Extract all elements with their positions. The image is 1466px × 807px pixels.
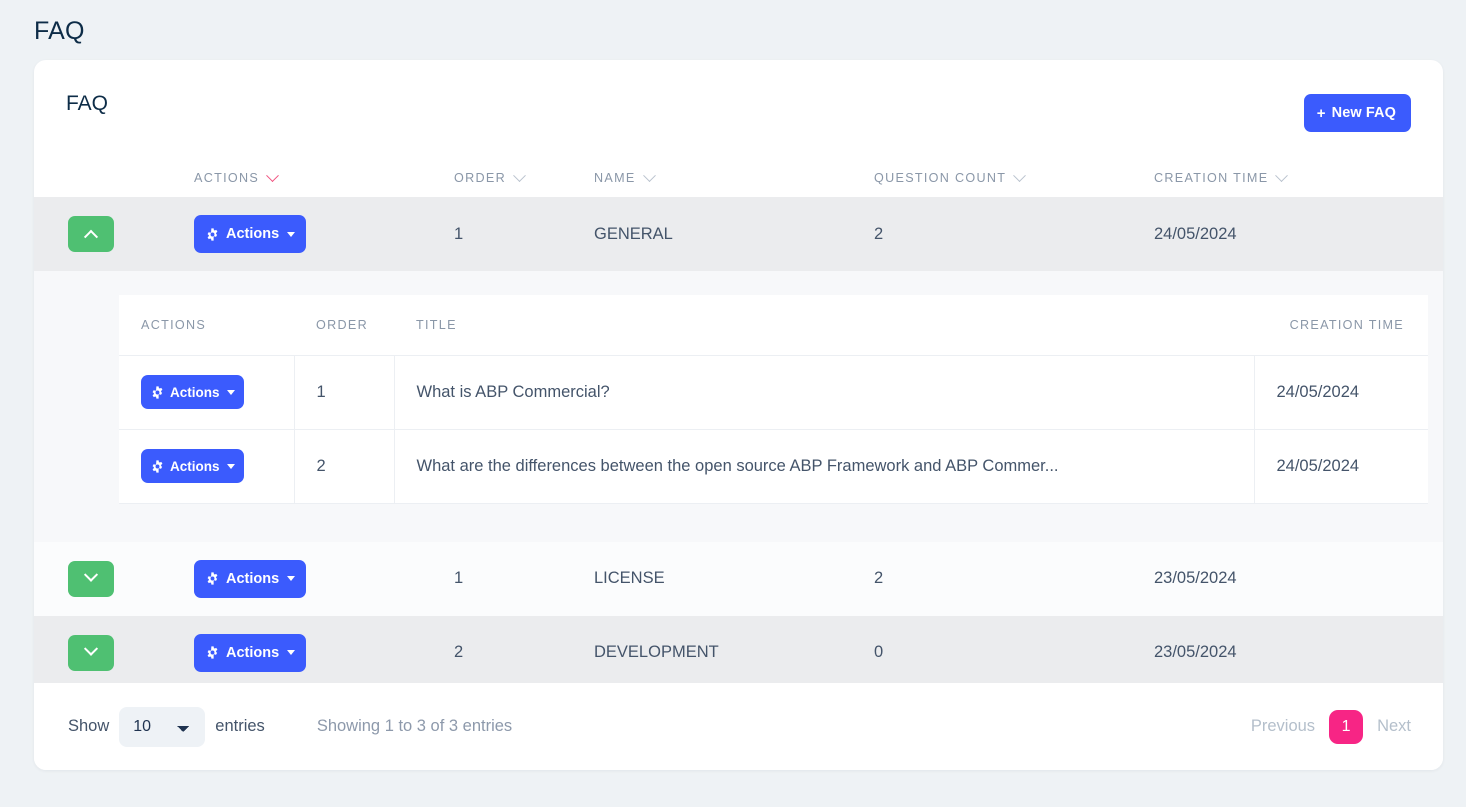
column-header-name-label: NAME <box>594 171 636 185</box>
column-header-actions-label: ACTIONS <box>194 171 259 185</box>
caret-down-icon <box>287 576 295 581</box>
pagination-page-1[interactable]: 1 <box>1329 710 1363 744</box>
expand-row-button[interactable] <box>68 635 114 671</box>
column-header-name[interactable]: NAME <box>594 171 874 185</box>
column-header-actions[interactable]: ACTIONS <box>194 171 454 185</box>
table-footer: Show 10 entries Showing 1 to 3 of 3 entr… <box>34 683 1443 770</box>
row-creation-time: 24/05/2024 <box>1154 225 1414 244</box>
inner-row-actions-label: Actions <box>170 459 220 474</box>
column-header-question-count-label: QUESTION COUNT <box>874 171 1006 185</box>
inner-table-row[interactable]: Actions 1 What is ABP Commercial? 24/05/… <box>119 355 1428 429</box>
row-creation-time: 23/05/2024 <box>1154 643 1414 662</box>
inner-row-title: What are the differences between the ope… <box>394 429 1254 503</box>
chevron-down-icon <box>643 169 656 182</box>
caret-down-icon <box>227 464 235 469</box>
card-title: FAQ <box>66 92 108 116</box>
inner-column-header-actions: ACTIONS <box>119 295 294 355</box>
showing-info: Showing 1 to 3 of 3 entries <box>317 717 512 736</box>
faq-table: ACTIONS ORDER NAME QUESTION COUNT CREATI… <box>34 152 1443 690</box>
faq-card: FAQ + New FAQ ACTIONS ORDER NAME QUESTIO… <box>34 60 1443 770</box>
inner-row-actions-button[interactable]: Actions <box>141 449 244 483</box>
inner-column-header-order: ORDER <box>294 295 394 355</box>
show-label: Show <box>68 717 109 736</box>
caret-down-icon <box>227 390 235 395</box>
column-header-order-label: ORDER <box>454 171 506 185</box>
gear-icon <box>151 386 164 399</box>
row-question-count: 0 <box>874 643 1154 662</box>
caret-down-icon <box>287 232 295 237</box>
row-actions-label: Actions <box>226 226 279 242</box>
inner-row-actions-label: Actions <box>170 385 220 400</box>
inner-table-header-row: ACTIONS ORDER TITLE CREATION TIME <box>119 295 1428 355</box>
expand-row-button[interactable] <box>68 561 114 597</box>
row-actions-button[interactable]: Actions <box>194 560 306 598</box>
new-faq-button[interactable]: + New FAQ <box>1304 94 1411 132</box>
gear-icon <box>206 572 219 585</box>
row-order: 2 <box>454 643 594 662</box>
inner-row-actions-cell: Actions <box>119 355 294 429</box>
expanded-detail-panel: ACTIONS ORDER TITLE CREATION TIME <box>34 271 1443 542</box>
row-order: 1 <box>454 569 594 588</box>
column-header-creation-time-label: CREATION TIME <box>1154 171 1268 185</box>
chevron-down-icon <box>84 567 98 581</box>
inner-column-header-creation-time: CREATION TIME <box>1254 295 1428 355</box>
inner-row-title: What is ABP Commercial? <box>394 355 1254 429</box>
row-question-count: 2 <box>874 569 1154 588</box>
column-header-creation-time[interactable]: CREATION TIME <box>1154 171 1414 185</box>
table-header-row: ACTIONS ORDER NAME QUESTION COUNT CREATI… <box>34 152 1443 197</box>
row-creation-time: 23/05/2024 <box>1154 569 1414 588</box>
column-header-order[interactable]: ORDER <box>454 171 594 185</box>
chevron-down-icon <box>266 169 279 182</box>
row-name: GENERAL <box>594 225 874 244</box>
gear-icon <box>206 646 219 659</box>
page-length-select[interactable]: 10 <box>119 707 205 747</box>
row-actions-cell: Actions <box>194 634 454 672</box>
row-actions-cell: Actions <box>194 215 454 253</box>
chevron-down-icon <box>1276 169 1289 182</box>
row-name: LICENSE <box>594 569 874 588</box>
row-toggle-cell <box>34 216 194 252</box>
row-actions-cell: Actions <box>194 560 454 598</box>
gear-icon <box>151 460 164 473</box>
gear-icon <box>206 228 219 241</box>
row-name: DEVELOPMENT <box>594 643 874 662</box>
row-order: 1 <box>454 225 594 244</box>
inner-column-header-title: TITLE <box>394 295 1254 355</box>
pagination-previous[interactable]: Previous <box>1251 717 1315 736</box>
row-actions-button[interactable]: Actions <box>194 215 306 253</box>
row-actions-button[interactable]: Actions <box>194 634 306 672</box>
row-toggle-cell <box>34 561 194 597</box>
inner-table-row[interactable]: Actions 2 What are the differences betwe… <box>119 429 1428 503</box>
faq-questions-table: ACTIONS ORDER TITLE CREATION TIME <box>119 295 1428 504</box>
page-title: FAQ <box>34 17 85 46</box>
row-actions-label: Actions <box>226 571 279 587</box>
pagination-next[interactable]: Next <box>1377 717 1411 736</box>
caret-down-icon <box>287 650 295 655</box>
table-row[interactable]: Actions 2 DEVELOPMENT 0 23/05/2024 <box>34 616 1443 690</box>
inner-row-actions-button[interactable]: Actions <box>141 375 244 409</box>
table-row[interactable]: Actions 1 GENERAL 2 24/05/2024 <box>34 197 1443 271</box>
entries-label: entries <box>215 717 265 736</box>
new-faq-label: New FAQ <box>1332 105 1396 121</box>
inner-row-order: 1 <box>294 355 394 429</box>
inner-row-order: 2 <box>294 429 394 503</box>
table-row[interactable]: Actions 1 LICENSE 2 23/05/2024 <box>34 542 1443 616</box>
inner-row-actions-cell: Actions <box>119 429 294 503</box>
pagination: Previous 1 Next <box>1251 710 1411 744</box>
card-header: FAQ + New FAQ <box>34 60 1443 152</box>
inner-row-creation-time: 24/05/2024 <box>1254 429 1428 503</box>
plus-icon: + <box>1317 106 1326 121</box>
chevron-down-icon <box>84 641 98 655</box>
chevron-down-icon <box>1013 169 1026 182</box>
row-toggle-cell <box>34 635 194 671</box>
row-actions-label: Actions <box>226 645 279 661</box>
row-question-count: 2 <box>874 225 1154 244</box>
column-header-question-count[interactable]: QUESTION COUNT <box>874 171 1154 185</box>
chevron-up-icon <box>84 230 98 244</box>
inner-row-creation-time: 24/05/2024 <box>1254 355 1428 429</box>
chevron-down-icon <box>513 169 526 182</box>
collapse-row-button[interactable] <box>68 216 114 252</box>
page-length-group: Show 10 entries <box>68 707 265 747</box>
